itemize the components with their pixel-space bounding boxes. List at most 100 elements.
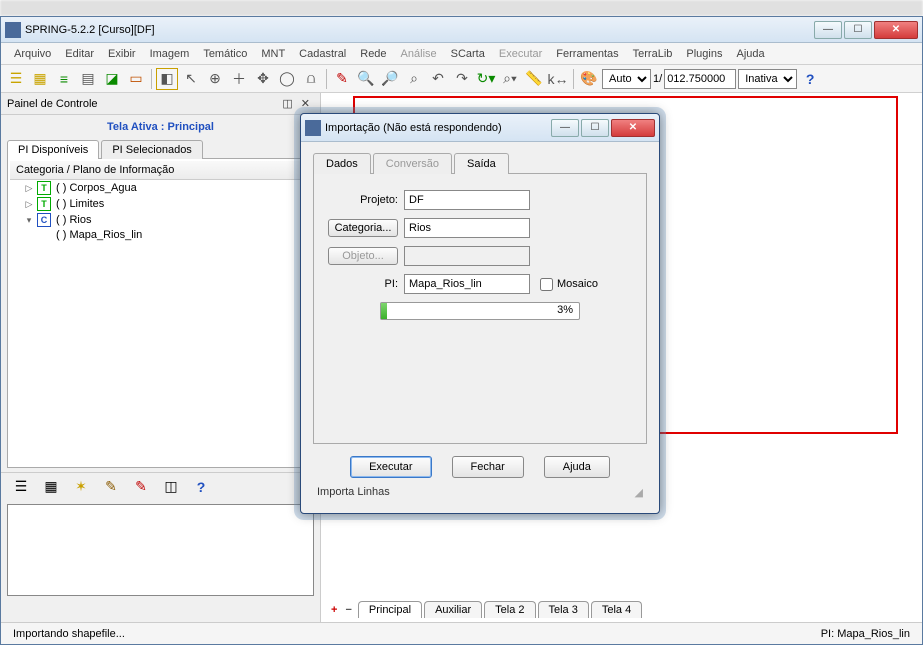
canvas-tab-tela4[interactable]: Tela 4 [591,601,642,618]
pan-icon[interactable]: ✥ [252,68,274,90]
objeto-button[interactable]: Objeto... [328,247,398,265]
screen-icon[interactable]: ▭ [125,68,147,90]
eraser-icon[interactable]: ◪ [101,68,123,90]
refresh-icon[interactable]: ↻▾ [475,68,497,90]
menu-tematico[interactable]: Temático [196,48,254,60]
minimize-button[interactable]: — [814,21,842,39]
menu-analise[interactable]: Análise [394,48,444,60]
pencil-red-icon[interactable]: ✎ [131,477,151,497]
dialog-tab-dados[interactable]: Dados [313,153,371,174]
menu-cadastral[interactable]: Cadastral [292,48,353,60]
menu-terralib[interactable]: TerraLib [626,48,680,60]
expand-icon[interactable]: ▷ [24,183,34,194]
split-icon[interactable]: ◫ [161,477,181,497]
pi-input[interactable] [404,274,530,294]
dialog-tab-saida[interactable]: Saída [454,153,509,174]
collapse-icon[interactable]: ▾ [24,215,34,226]
fechar-button[interactable]: Fechar [452,456,524,478]
menu-scarta[interactable]: SCarta [444,48,492,60]
table-icon[interactable]: ▦ [41,477,61,497]
menu-editar[interactable]: Editar [58,48,101,60]
dialog-close-button[interactable]: ✕ [611,119,655,137]
category-c-icon: C [37,213,51,227]
resize-grip-icon[interactable]: ◢ [635,486,643,499]
menu-rede[interactable]: Rede [353,48,393,60]
tree-item-rios[interactable]: ▾ C ( ) Rios [10,212,311,228]
link-icon[interactable]: ⩍ [300,68,322,90]
canvas-tab-tela2[interactable]: Tela 2 [484,601,535,618]
menu-mnt[interactable]: MNT [254,48,292,60]
help-panel-icon[interactable]: ? [191,477,211,497]
tree-item-mapa-rios-lin[interactable]: ( ) Mapa_Rios_lin [10,228,311,242]
menu-ferramentas[interactable]: Ferramentas [549,48,625,60]
panel-icon[interactable]: ◧ [156,68,178,90]
canvas-tab-tela3[interactable]: Tela 3 [538,601,589,618]
executar-button[interactable]: Executar [350,456,431,478]
zoom-pi-icon[interactable]: ⌕▾ [499,68,521,90]
tree-label: ( ) Limites [54,198,104,210]
help-icon[interactable]: ? [799,68,821,90]
mosaico-checkbox-wrap[interactable]: Mosaico [540,278,598,291]
progress-bar: 3% [380,302,580,320]
panel-undock-icon[interactable]: ◫ [278,97,296,110]
progress-fill [381,303,387,319]
db-icon[interactable]: ☰ [5,68,27,90]
zoom-out-icon[interactable]: 🔎 [379,68,401,90]
redo-icon[interactable]: ↷ [451,68,473,90]
menu-plugins[interactable]: Plugins [679,48,729,60]
menu-exibir[interactable]: Exibir [101,48,143,60]
edit-theme-icon[interactable]: ✶ [71,477,91,497]
project-icon[interactable]: ▦ [29,68,51,90]
state-select[interactable]: Inativa [738,69,797,89]
mosaico-checkbox[interactable] [540,278,553,291]
tree-item-corpos-agua[interactable]: ▷ T ( ) Corpos_Agua [10,180,311,196]
remove-view-icon[interactable]: − [341,604,355,616]
expand-icon[interactable]: ▷ [24,199,34,210]
menu-imagem[interactable]: Imagem [143,48,197,60]
tree-item-limites[interactable]: ▷ T ( ) Limites [10,196,311,212]
projeto-label: Projeto: [328,194,398,206]
scale-input[interactable] [664,69,736,89]
dialog-status-text: Importa Linhas [317,486,390,499]
canvas-tab-auxiliar[interactable]: Auxiliar [424,601,482,618]
plus-icon[interactable]: ＋ [228,68,250,90]
ruler-icon[interactable]: 📏 [523,68,545,90]
list-icon[interactable]: ☰ [11,477,31,497]
close-button[interactable]: ✕ [874,21,918,39]
grid-icon[interactable]: ▤ [77,68,99,90]
brush-icon[interactable]: ✎ [101,477,121,497]
model-icon[interactable]: ≡ [53,68,75,90]
info-icon[interactable]: ⊕ [204,68,226,90]
tree-header[interactable]: Categoria / Plano de Informação [10,161,311,180]
panel-close-icon[interactable]: ✕ [297,97,314,110]
palette-icon[interactable]: 🎨 [578,68,600,90]
menu-arquivo[interactable]: Arquivo [7,48,58,60]
ajuda-button[interactable]: Ajuda [544,456,610,478]
zoom-in-icon[interactable]: 🔍 [355,68,377,90]
tela-ativa-label: Tela Ativa : Principal [1,115,320,139]
pencil-icon[interactable]: ✎ [331,68,353,90]
globe-icon[interactable]: ◯ [276,68,298,90]
dialog-minimize-button[interactable]: — [551,119,579,137]
maximize-button[interactable]: ☐ [844,21,872,39]
zoom-area-icon[interactable]: ⌕ [403,68,425,90]
cursor-icon[interactable]: ↖ [180,68,202,90]
categoria-input[interactable] [404,218,530,238]
add-view-icon[interactable]: + [327,604,341,616]
projeto-input[interactable] [404,190,530,210]
menu-ajuda[interactable]: Ajuda [729,48,771,60]
tree-label: ( ) Rios [54,214,91,226]
tab-pi-selecionados[interactable]: PI Selecionados [101,140,203,159]
dialog-maximize-button[interactable]: ☐ [581,119,609,137]
measure-icon[interactable]: k↔ [547,68,569,90]
menu-executar[interactable]: Executar [492,48,549,60]
scale-mode-select[interactable]: Auto [602,69,651,89]
categoria-button[interactable]: Categoria... [328,219,398,237]
background-strip [0,0,923,16]
tab-pi-disponiveis[interactable]: PI Disponíveis [7,140,99,159]
titlebar: SPRING-5.2.2 [Curso][DF] — ☐ ✕ [1,17,922,43]
canvas-tabs: + − Principal Auxiliar Tela 2 Tela 3 Tel… [327,601,642,618]
dialog-tab-conversao[interactable]: Conversão [373,153,452,174]
canvas-tab-principal[interactable]: Principal [358,601,422,618]
undo-icon[interactable]: ↶ [427,68,449,90]
